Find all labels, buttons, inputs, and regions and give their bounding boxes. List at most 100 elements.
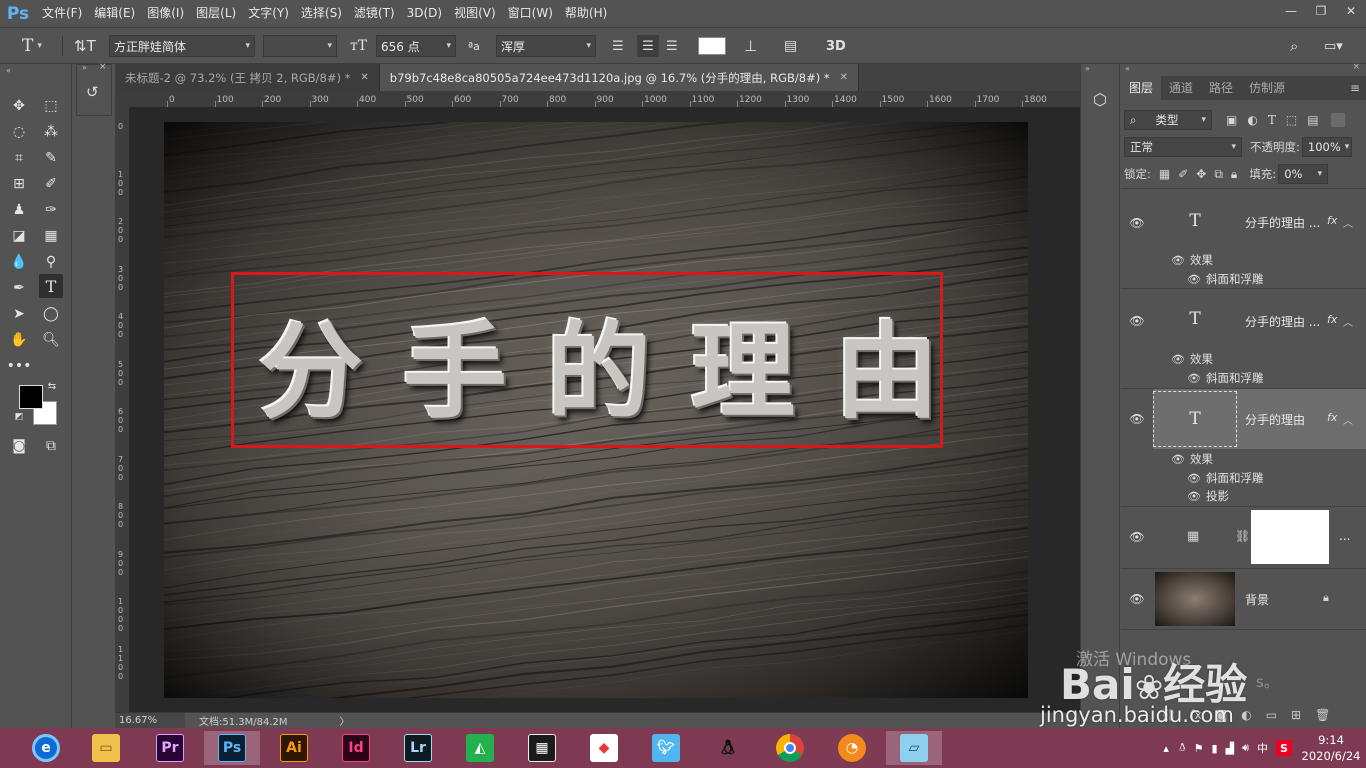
filter-toggle[interactable] xyxy=(1330,113,1345,127)
chevron-up-icon[interactable]: ︿ xyxy=(1343,412,1353,427)
delete-layer-icon[interactable]: 🗑︎ xyxy=(1315,708,1330,722)
search-icon[interactable]: ⌕ xyxy=(1290,35,1298,57)
history-icon[interactable]: ↺ xyxy=(86,83,99,101)
taskbar-premiere[interactable]: Pr xyxy=(142,731,198,765)
tray-network-icon[interactable]: ▟ xyxy=(1226,742,1234,755)
menu-type[interactable]: 文字(Y) xyxy=(242,0,295,27)
align-left-icon[interactable]: ☰ xyxy=(612,35,624,57)
taskbar-browser[interactable]: e xyxy=(18,731,74,765)
menu-3d[interactable]: 3D(D) xyxy=(401,0,448,27)
taskbar-lightroom[interactable]: Lr xyxy=(390,731,446,765)
tab-paths[interactable]: 路径 xyxy=(1201,76,1241,100)
collapse-icon[interactable]: « xyxy=(1125,64,1130,73)
filter-kind-select[interactable]: ⌕ 类型 ▾ xyxy=(1124,110,1212,130)
layer-background[interactable]: 👁︎ 背景 🔒︎ xyxy=(1121,568,1366,630)
brush-tool-icon[interactable]: ✐ xyxy=(39,172,63,196)
tab-untitled-2[interactable]: 未标题-2 @ 73.2% (王 拷贝 2, RGB/8#) * ✕ xyxy=(115,64,380,91)
filter-shape-icon[interactable]: ⬚ xyxy=(1286,113,1297,127)
align-right-icon[interactable]: ☰ xyxy=(666,35,678,57)
collapse-icon[interactable]: « xyxy=(6,66,11,75)
status-menu-arrow[interactable]: 〉 xyxy=(340,713,350,728)
chevron-up-icon[interactable]: ︿ xyxy=(1343,314,1353,329)
tray-ime-label[interactable]: 中 xyxy=(1257,740,1268,756)
menu-view[interactable]: 视图(V) xyxy=(448,0,502,27)
tray-qq-icon[interactable]: 🐧︎ xyxy=(1179,741,1186,756)
font-size-select[interactable]: 656 点 ▾ xyxy=(376,35,456,57)
gradient-icon[interactable]: ▦ xyxy=(39,224,63,248)
layer-adjustment[interactable]: 👁︎ ▦ ⛓ ... xyxy=(1121,506,1366,568)
tray-volume-icon[interactable]: 🔊︎ xyxy=(1242,741,1249,755)
effect-bevel-emboss[interactable]: 👁︎ 斜面和浮雕 xyxy=(1187,370,1263,386)
menu-help[interactable]: 帮助(H) xyxy=(559,0,613,27)
effects-row[interactable]: 👁︎ 效果 xyxy=(1171,451,1213,467)
taskbar-chrome[interactable] xyxy=(762,731,818,765)
lock-transparent-icon[interactable]: ▦ xyxy=(1159,167,1170,181)
clone-stamp-icon[interactable]: ♟ xyxy=(7,198,31,222)
taskbar-photoshop[interactable]: Ps xyxy=(204,731,260,765)
lock-all-icon[interactable]: 🔒︎ xyxy=(1231,167,1237,182)
minimize-button[interactable]: — xyxy=(1276,0,1306,22)
new-adjustment-icon[interactable]: ◐ xyxy=(1241,708,1251,722)
eye-icon[interactable]: 👁︎ xyxy=(1187,490,1201,503)
link-icon[interactable]: ⛓ xyxy=(1235,529,1250,543)
close-icon[interactable]: ✕ xyxy=(840,72,848,83)
text-color-swatch[interactable] xyxy=(698,37,726,55)
tray-battery-icon[interactable]: ▮ xyxy=(1212,742,1218,755)
dodge-tool-icon[interactable]: ⚲ xyxy=(39,250,63,274)
path-selection-icon[interactable]: ➤ xyxy=(7,302,31,326)
taskbar-orange-app[interactable]: ◔ xyxy=(824,731,880,765)
antialias-select[interactable]: 浑厚 ▾ xyxy=(496,35,596,57)
fx-menu-icon[interactable]: fx xyxy=(1190,708,1201,722)
warp-text-icon[interactable]: ⊥ xyxy=(744,35,757,57)
eye-icon[interactable]: 👁︎ xyxy=(1171,453,1185,466)
workspace-icon[interactable]: ▭▾ xyxy=(1324,35,1343,57)
eye-icon[interactable]: 👁︎ xyxy=(1187,273,1201,286)
fx-icon[interactable]: fx xyxy=(1327,313,1337,326)
effect-bevel-emboss[interactable]: 👁︎ 斜面和浮雕 xyxy=(1187,470,1263,486)
eye-icon[interactable]: 👁︎ xyxy=(1129,215,1145,231)
foreground-color-swatch-front[interactable] xyxy=(19,385,43,409)
crop-tool-icon[interactable]: ⌗ xyxy=(7,146,31,170)
more-tools-icon[interactable]: ••• xyxy=(7,354,32,378)
canvas-area[interactable]: 分 手 的 理 由 xyxy=(130,108,1080,712)
eye-icon[interactable]: 👁︎ xyxy=(1129,411,1145,427)
layer-text-selected[interactable]: 👁︎ T 分手的理由 fx ︿ 👁︎ 效果 👁︎ 斜面和浮雕 👁︎ 投影 xyxy=(1121,388,1366,506)
fx-icon[interactable]: fx xyxy=(1327,411,1337,424)
taskbar-illustrator[interactable]: Ai xyxy=(266,731,322,765)
blur-tool-icon[interactable]: 💧 xyxy=(7,250,31,274)
tray-sogou-icon[interactable]: S xyxy=(1276,740,1292,756)
lasso-tool-icon[interactable]: ◌ xyxy=(7,120,31,144)
tab-breakup-reason[interactable]: b79b7c48e8ca80505a724ee473d1120a.jpg @ 1… xyxy=(379,64,860,91)
taskbar-notes-app[interactable]: ▱ xyxy=(886,731,942,765)
pen-tool-icon[interactable]: ✒ xyxy=(7,276,31,300)
eye-icon[interactable]: 👁︎ xyxy=(1129,313,1145,329)
type-tool-preset-icon[interactable]: T ▾ xyxy=(22,35,42,57)
menu-image[interactable]: 图像(I) xyxy=(141,0,190,27)
document-canvas[interactable]: 分 手 的 理 由 xyxy=(164,122,1028,698)
chevron-up-icon[interactable]: ︿ xyxy=(1343,215,1353,230)
close-icon[interactable]: ✕ xyxy=(360,72,368,83)
swap-colors-icon[interactable]: ⇆ xyxy=(45,379,59,393)
filter-smart-object-icon[interactable]: ▤ xyxy=(1307,113,1318,127)
layer-mask-thumbnail[interactable] xyxy=(1251,510,1329,564)
new-group-icon[interactable]: ▭ xyxy=(1266,708,1277,722)
effect-bevel-emboss[interactable]: 👁︎ 斜面和浮雕 xyxy=(1187,271,1263,287)
type-tool-icon[interactable]: T xyxy=(39,274,63,298)
taskbar-colorful-app[interactable]: ◆ xyxy=(576,731,632,765)
new-layer-icon[interactable]: ⊞ xyxy=(1291,708,1301,722)
link-layers-icon[interactable]: ⛓ xyxy=(1161,708,1176,722)
filter-pixel-icon[interactable]: ▣ xyxy=(1226,113,1237,127)
close-icon[interactable]: × xyxy=(1352,62,1360,72)
tab-channels[interactable]: 通道 xyxy=(1161,76,1201,100)
eye-icon[interactable]: 👁︎ xyxy=(1187,372,1201,385)
taskbar-qq[interactable]: 🐧︎ xyxy=(700,731,756,765)
screen-mode-icon[interactable]: ⧉ xyxy=(39,434,63,458)
magic-wand-icon[interactable]: ⁂ xyxy=(39,120,63,144)
menu-layer[interactable]: 图层(L) xyxy=(190,0,242,27)
eye-icon[interactable]: 👁︎ xyxy=(1129,529,1145,545)
effects-row[interactable]: 👁︎ 效果 xyxy=(1171,351,1213,367)
menu-file[interactable]: 文件(F) xyxy=(36,0,88,27)
menu-window[interactable]: 窗口(W) xyxy=(502,0,559,27)
zoom-tool-icon[interactable]: 🔍︎ xyxy=(39,328,63,352)
tray-up-icon[interactable]: ▴ xyxy=(1163,742,1169,755)
